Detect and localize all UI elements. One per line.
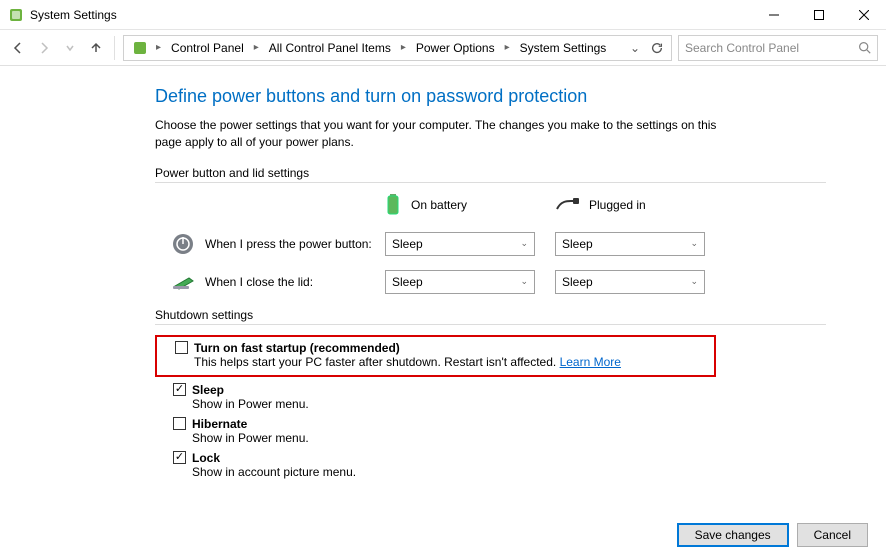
select-value: Sleep: [562, 275, 593, 289]
page-intro: Choose the power settings that you want …: [155, 117, 725, 152]
column-plugged: Plugged in: [555, 197, 725, 214]
lock-desc: Show in account picture menu.: [173, 465, 826, 479]
column-battery-label: On battery: [411, 198, 467, 212]
refresh-button[interactable]: [647, 38, 667, 58]
chevron-right-icon[interactable]: ▸: [252, 42, 261, 53]
lock-label: Lock: [192, 451, 220, 465]
breadcrumb-item[interactable]: Power Options: [410, 38, 501, 58]
learn-more-link[interactable]: Learn More: [560, 355, 621, 369]
select-power-button-plugged[interactable]: Sleep ⌄: [555, 232, 705, 256]
forward-button[interactable]: [34, 38, 54, 58]
power-icon: [171, 232, 195, 256]
shutdown-hibernate: Hibernate Show in Power menu.: [155, 417, 826, 445]
shutdown-sleep: Sleep Show in Power menu.: [155, 383, 826, 411]
maximize-button[interactable]: [796, 0, 841, 29]
back-button[interactable]: [8, 38, 28, 58]
navbar: ▸ Control Panel ▸ All Control Panel Item…: [0, 30, 886, 66]
content-area: Define power buttons and turn on passwor…: [0, 66, 886, 479]
breadcrumb-item[interactable]: System Settings: [514, 38, 613, 58]
row-close-lid: When I close the lid: Sleep ⌄ Sleep ⌄: [155, 270, 826, 294]
chevron-down-icon: ⌄: [690, 238, 698, 249]
shutdown-fast-startup: Turn on fast startup (recommended) This …: [155, 335, 716, 377]
chevron-right-icon[interactable]: ▸: [154, 42, 163, 53]
section-divider: [155, 324, 826, 325]
search-input[interactable]: Search Control Panel: [678, 35, 878, 61]
checkbox-hibernate[interactable]: [173, 417, 186, 430]
column-battery: On battery: [385, 193, 555, 218]
hibernate-label: Hibernate: [192, 417, 247, 431]
chevron-right-icon[interactable]: ▸: [399, 42, 408, 53]
fast-startup-label: Turn on fast startup (recommended): [194, 341, 400, 355]
chevron-down-icon: ⌄: [520, 276, 528, 287]
select-close-lid-battery[interactable]: Sleep ⌄: [385, 270, 535, 294]
page-heading: Define power buttons and turn on passwor…: [155, 86, 826, 107]
chevron-right-icon[interactable]: ▸: [503, 42, 512, 53]
plug-icon: [555, 197, 579, 214]
titlebar: System Settings: [0, 0, 886, 30]
chevron-down-icon: ⌄: [520, 238, 528, 249]
select-value: Sleep: [562, 237, 593, 251]
select-power-button-battery[interactable]: Sleep ⌄: [385, 232, 535, 256]
select-close-lid-plugged[interactable]: Sleep ⌄: [555, 270, 705, 294]
sleep-desc: Show in Power menu.: [173, 397, 826, 411]
battery-icon: [385, 193, 401, 218]
window-controls: [751, 0, 886, 29]
breadcrumb-item[interactable]: All Control Panel Items: [263, 38, 397, 58]
laptop-lid-icon: [171, 270, 195, 294]
section-shutdown: Shutdown settings: [155, 308, 826, 322]
section-power-lid: Power button and lid settings: [155, 166, 826, 180]
minimize-button[interactable]: [751, 0, 796, 29]
separator: [114, 36, 115, 60]
chevron-down-icon: ⌄: [690, 276, 698, 287]
section-divider: [155, 182, 826, 183]
sleep-label: Sleep: [192, 383, 224, 397]
hibernate-desc: Show in Power menu.: [173, 431, 826, 445]
app-icon: [8, 7, 24, 23]
breadcrumb-item[interactable]: Control Panel: [165, 38, 250, 58]
save-button[interactable]: Save changes: [677, 523, 789, 547]
location-icon: [132, 40, 148, 56]
column-plugged-label: Plugged in: [589, 198, 646, 212]
select-value: Sleep: [392, 275, 423, 289]
fast-startup-desc: This helps start your PC faster after sh…: [194, 355, 556, 369]
window-title: System Settings: [30, 8, 751, 22]
close-button[interactable]: [841, 0, 886, 29]
checkbox-fast-startup[interactable]: [175, 341, 188, 354]
row-power-button-label: When I press the power button:: [205, 237, 372, 251]
column-header-row: On battery Plugged in: [155, 193, 826, 218]
shutdown-settings: Turn on fast startup (recommended) This …: [155, 335, 826, 479]
row-close-lid-label: When I close the lid:: [205, 275, 313, 289]
cancel-button[interactable]: Cancel: [797, 523, 868, 547]
search-icon: [858, 41, 871, 54]
row-power-button: When I press the power button: Sleep ⌄ S…: [155, 232, 826, 256]
shutdown-lock: Lock Show in account picture menu.: [155, 451, 826, 479]
up-button[interactable]: [86, 38, 106, 58]
select-value: Sleep: [392, 237, 423, 251]
search-placeholder: Search Control Panel: [685, 41, 858, 55]
history-dropdown[interactable]: [60, 38, 80, 58]
footer-buttons: Save changes Cancel: [677, 523, 868, 547]
address-dropdown[interactable]: ⌄: [625, 38, 645, 58]
checkbox-lock[interactable]: [173, 451, 186, 464]
checkbox-sleep[interactable]: [173, 383, 186, 396]
address-bar[interactable]: ▸ Control Panel ▸ All Control Panel Item…: [123, 35, 672, 61]
